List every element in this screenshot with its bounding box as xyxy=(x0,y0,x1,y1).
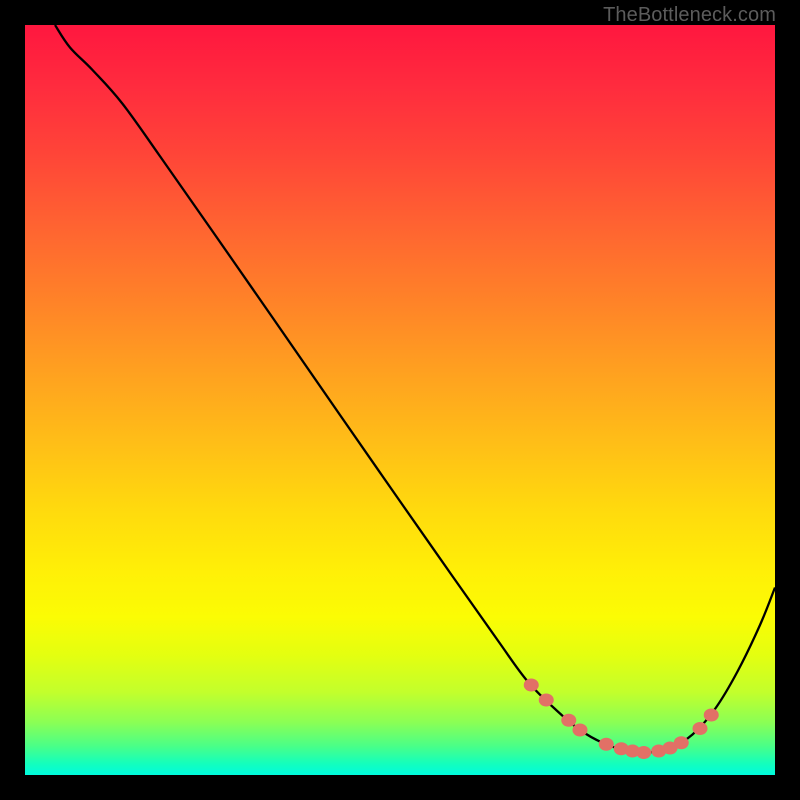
data-markers xyxy=(524,679,719,760)
bottleneck-curve xyxy=(55,25,775,753)
data-marker xyxy=(674,736,689,749)
data-marker xyxy=(704,709,719,722)
data-marker xyxy=(539,694,554,707)
plot-area xyxy=(25,25,775,775)
curve-svg xyxy=(25,25,775,775)
chart-container: TheBottleneck.com xyxy=(0,0,800,800)
data-marker xyxy=(573,724,588,737)
data-marker xyxy=(524,679,539,692)
data-marker xyxy=(693,722,708,735)
data-marker xyxy=(599,738,614,751)
data-marker xyxy=(636,746,651,759)
data-marker xyxy=(561,714,576,727)
watermark-text: TheBottleneck.com xyxy=(603,4,776,27)
